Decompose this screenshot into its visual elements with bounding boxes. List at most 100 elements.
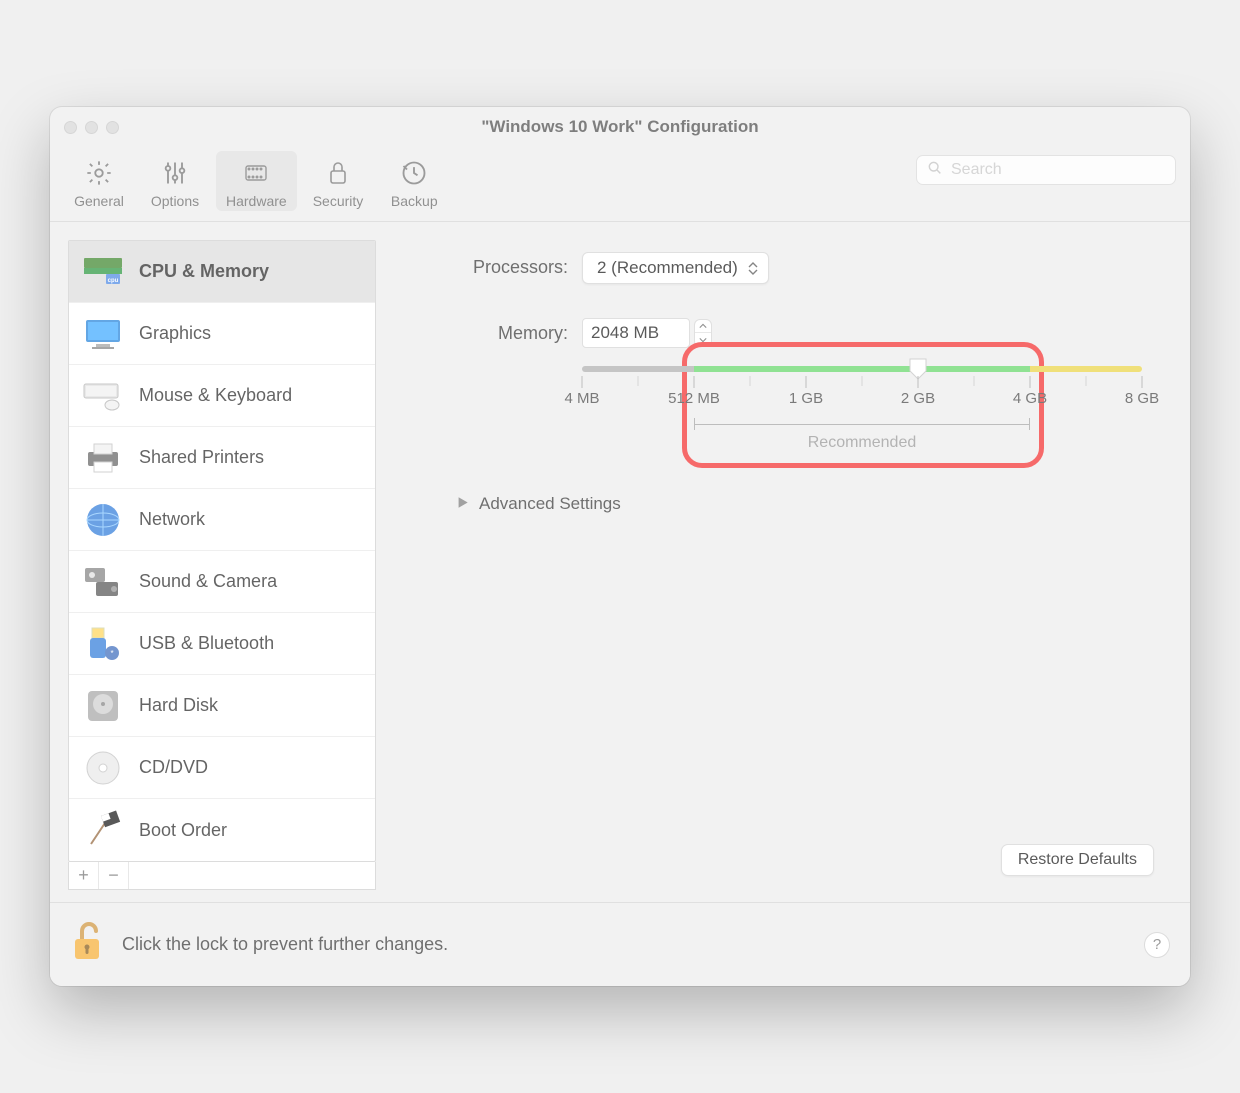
stepper-up[interactable] (695, 320, 711, 333)
slider-tick-label: 8 GB (1125, 390, 1159, 407)
sidebar-wrap: cpu CPU & Memory Graphics Mouse & Keyboa… (68, 240, 376, 890)
sidebar-item-label: Sound & Camera (139, 571, 277, 592)
svg-text:cpu: cpu (108, 278, 119, 284)
footer-message: Click the lock to prevent further change… (122, 934, 1128, 955)
sidebar-item-shared-printers[interactable]: Shared Printers (69, 427, 375, 489)
sidebar-item-label: CD/DVD (139, 757, 208, 778)
slider-tick-label: 4 MB (564, 390, 599, 407)
sidebar-item-mouse-keyboard[interactable]: Mouse & Keyboard (69, 365, 375, 427)
toolbar: General Options (50, 147, 1190, 222)
sidebar-item-label: Boot Order (139, 820, 227, 841)
usb-icon: * (81, 622, 125, 666)
recommended-label: Recommended (582, 434, 1142, 452)
cpu-icon: cpu (81, 250, 125, 294)
lock-open-icon[interactable] (70, 921, 106, 968)
content: cpu CPU & Memory Graphics Mouse & Keyboa… (50, 222, 1190, 902)
tab-security[interactable]: Security (303, 151, 374, 211)
memory-input[interactable] (582, 318, 690, 348)
processors-value: 2 (Recommended) (597, 258, 738, 278)
sidebar-item-cd-dvd[interactable]: CD/DVD (69, 737, 375, 799)
printer-icon (81, 436, 125, 480)
sidebar-item-boot-order[interactable]: Boot Order (69, 799, 375, 861)
slider-tick (582, 376, 583, 388)
slider-tick-label: 1 GB (789, 390, 823, 407)
memory-stepper[interactable] (694, 319, 712, 347)
stepper-down[interactable] (695, 333, 711, 346)
slider-tick (862, 376, 863, 386)
sidebar-item-label: CPU & Memory (139, 261, 269, 282)
restore-defaults-button[interactable]: Restore Defaults (1001, 844, 1154, 876)
slider-tick (918, 376, 919, 388)
camera-icon (81, 560, 125, 604)
tab-options[interactable]: Options (140, 151, 210, 211)
memory-slider[interactable]: 4 MB512 MB1 GB2 GB4 GB8 GB Recommended (582, 364, 1142, 448)
processors-label: Processors: (400, 252, 568, 278)
tab-label: Hardware (226, 193, 287, 209)
search-field[interactable] (916, 155, 1176, 185)
configuration-window: "Windows 10 Work" Configuration General (50, 107, 1190, 986)
toolbar-tabs: General Options (64, 151, 449, 211)
remove-button[interactable]: − (99, 862, 129, 889)
slider-tick (750, 376, 751, 386)
sidebar-item-sound-camera[interactable]: Sound & Camera (69, 551, 375, 613)
sidebar-item-label: Hard Disk (139, 695, 218, 716)
tab-label: General (74, 193, 124, 209)
slider-tick (974, 376, 975, 386)
keyboard-icon (81, 374, 125, 418)
cd-icon (81, 746, 125, 790)
sidebar-item-network[interactable]: Network (69, 489, 375, 551)
slider-tick (1086, 376, 1087, 386)
search-icon (927, 160, 943, 181)
sidebar-item-graphics[interactable]: Graphics (69, 303, 375, 365)
clock-icon (400, 157, 428, 189)
disclosure-triangle-icon (456, 494, 469, 514)
processors-field: Processors: 2 (Recommended) (400, 252, 1172, 284)
slider-tick-label: 4 GB (1013, 390, 1047, 407)
disk-icon (81, 684, 125, 728)
help-button[interactable]: ? (1144, 932, 1170, 958)
lock-icon (326, 157, 350, 189)
chip-icon (241, 157, 271, 189)
window-title: "Windows 10 Work" Configuration (50, 117, 1190, 137)
memory-label: Memory: (400, 318, 568, 344)
slider-tick (638, 376, 639, 386)
footer: Click the lock to prevent further change… (50, 902, 1190, 986)
tab-hardware[interactable]: Hardware (216, 151, 297, 211)
globe-icon (81, 498, 125, 542)
tab-general[interactable]: General (64, 151, 134, 211)
slider-tick-label: 2 GB (901, 390, 935, 407)
slider-tick (1030, 376, 1031, 388)
sliders-icon (161, 157, 189, 189)
sidebar-item-hard-disk[interactable]: Hard Disk (69, 675, 375, 737)
advanced-settings-label: Advanced Settings (479, 494, 621, 514)
tab-label: Options (151, 193, 199, 209)
titlebar: "Windows 10 Work" Configuration (50, 107, 1190, 147)
sidebar-item-label: Mouse & Keyboard (139, 385, 292, 406)
tab-label: Backup (391, 193, 438, 209)
sidebar-footer: + − (68, 862, 376, 890)
sidebar-item-cpu-memory[interactable]: cpu CPU & Memory (69, 241, 375, 303)
search-input[interactable] (951, 161, 1165, 179)
svg-text:*: * (110, 649, 113, 658)
slider-tick-label: 512 MB (668, 390, 720, 407)
add-button[interactable]: + (69, 862, 99, 889)
flag-icon (81, 808, 125, 852)
recommended-range: Recommended (582, 418, 1142, 448)
display-icon (81, 312, 125, 356)
sidebar-item-label: Graphics (139, 323, 211, 344)
chevrons-icon (748, 262, 758, 275)
slider-tick (1142, 376, 1143, 388)
sidebar-item-label: USB & Bluetooth (139, 633, 274, 654)
sidebar-item-label: Shared Printers (139, 447, 264, 468)
processors-dropdown[interactable]: 2 (Recommended) (582, 252, 769, 284)
tab-label: Security (313, 193, 364, 209)
slider-tick (694, 376, 695, 388)
sidebar-item-usb-bluetooth[interactable]: * USB & Bluetooth (69, 613, 375, 675)
advanced-settings-disclosure[interactable]: Advanced Settings (456, 494, 1172, 514)
tab-backup[interactable]: Backup (379, 151, 449, 211)
hardware-sidebar: cpu CPU & Memory Graphics Mouse & Keyboa… (68, 240, 376, 862)
memory-field: Memory: (400, 318, 1172, 448)
gear-icon (85, 157, 113, 189)
slider-tick (806, 376, 807, 388)
memory-controls: 4 MB512 MB1 GB2 GB4 GB8 GB Recommended (582, 318, 1142, 448)
